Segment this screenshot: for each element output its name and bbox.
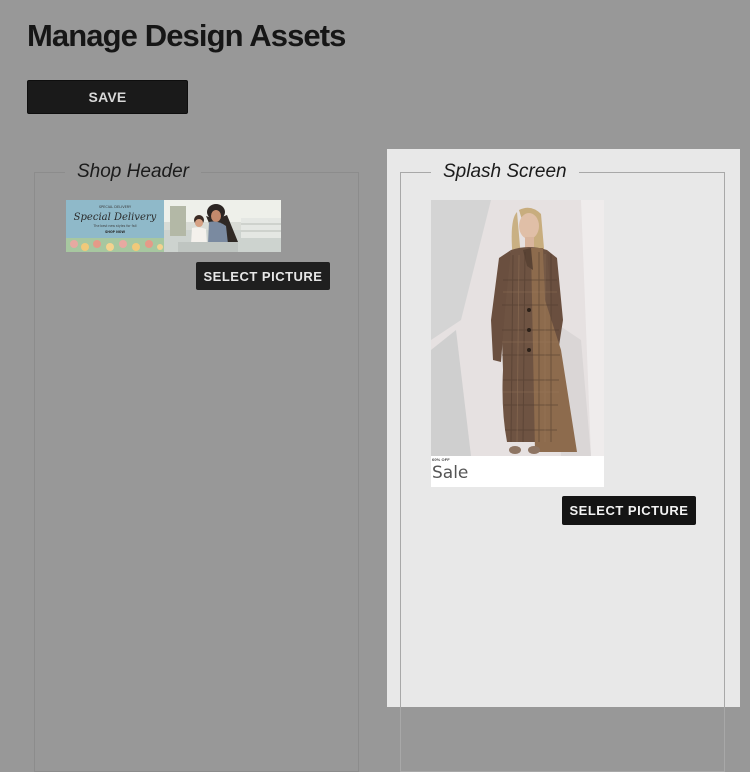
splash-screen-photo [431,200,604,456]
banner-kicker: SPECIAL DELIVERY [99,205,132,209]
splash-screen-select-picture-button[interactable]: SELECT PICTURE [562,496,696,525]
save-button[interactable]: SAVE [27,80,188,114]
splash-screen-legend: Splash Screen [431,161,579,183]
shop-header-thumbnail: SPECIAL DELIVERY Special Delivery The be… [66,200,281,252]
page-title: Manage Design Assets [27,18,346,53]
splash-screen-thumbnail: 60% OFF Sale [431,200,604,487]
splash-promo-title: Sale [432,463,469,483]
banner-heading: Special Delivery [74,212,157,223]
shop-header-legend: Shop Header [65,161,201,183]
splash-promo-tag: 60% OFF [432,457,450,462]
shop-header-banner-image: SPECIAL DELIVERY Special Delivery The be… [66,200,281,252]
banner-cta: SHOP NOW [105,230,125,234]
shop-header-select-picture-button[interactable]: SELECT PICTURE [196,262,330,290]
banner-body: The best new styles for fall [92,224,136,228]
